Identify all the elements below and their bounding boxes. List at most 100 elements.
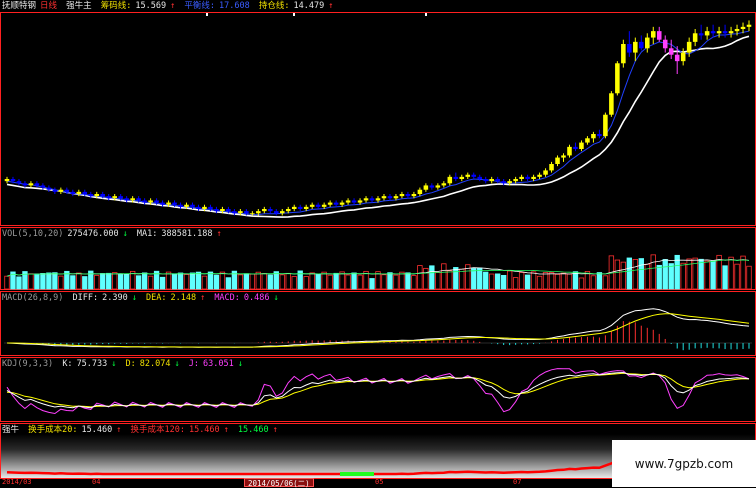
d-arrow: ↓ — [174, 359, 180, 369]
indicator-name: 强牛主 — [66, 1, 92, 11]
candle-body — [621, 44, 626, 64]
volume-bar — [495, 273, 501, 290]
volume-bar — [46, 272, 52, 290]
volume-bar — [668, 263, 674, 290]
cost-arrow: ↑ — [272, 425, 278, 435]
candle-body — [345, 200, 351, 203]
candle-body — [190, 204, 195, 207]
candle-body — [740, 26, 746, 29]
date-axis[interactable]: 2014/03 04 2014/05/06(二) 05 07 — [0, 478, 612, 488]
balance-line — [6, 30, 750, 216]
date-tick-3: 07 — [513, 478, 522, 486]
dea-line — [7, 313, 750, 348]
candle-body — [423, 185, 429, 190]
volume-bar — [189, 272, 196, 290]
candle-body — [28, 183, 34, 186]
volume-bar — [28, 273, 34, 290]
candle-body — [76, 191, 82, 194]
volume-bar — [375, 271, 381, 290]
volume-bar — [82, 276, 88, 290]
candle-body — [674, 54, 680, 62]
cost-value: 15.460 — [237, 425, 269, 435]
volume-bar — [237, 274, 244, 290]
selected-date[interactable]: 2014/05/06(二) — [244, 478, 314, 488]
volume-bar — [459, 268, 465, 290]
dea-value: 2.148 — [170, 293, 197, 303]
kdj-k-line — [6, 371, 750, 409]
volume-bar — [644, 263, 650, 290]
macd-label: MACD: — [214, 293, 240, 303]
kdj-header: KDJ(9,3,3) K: 75.733 ↓ D: 82.074 ↓ J: 63.051 ↓ — [2, 359, 247, 369]
volume-bar — [590, 275, 597, 290]
volume-bar — [578, 277, 585, 290]
candle-body — [579, 142, 584, 149]
volume-bar — [177, 272, 184, 290]
candle-body — [244, 211, 249, 214]
candle-body — [609, 93, 614, 115]
candle-body — [160, 202, 165, 205]
candle-body — [166, 202, 171, 205]
vol-name[interactable]: VOL(5,10,20) — [2, 229, 63, 239]
macd-name[interactable]: MACD(26,8,9) — [2, 293, 63, 303]
candle-body — [315, 204, 321, 207]
volume-bar — [435, 272, 441, 290]
volume-bar — [58, 275, 64, 290]
candle-body — [495, 179, 500, 182]
j-arrow: ↓ — [237, 359, 243, 369]
volume-bar — [201, 275, 208, 290]
chouma-value: 15.569 — [135, 1, 167, 11]
kdj-name[interactable]: KDJ(9,3,3) — [2, 359, 53, 369]
cost120-value: 15.460 — [188, 425, 220, 435]
candle-body — [22, 183, 28, 186]
macd-arrow: ↓ — [273, 293, 279, 303]
dea-arrow: ↑ — [200, 293, 206, 303]
volume-bar — [16, 276, 22, 290]
volume-bar — [106, 272, 112, 290]
volume-bar — [566, 273, 573, 290]
candle-body — [519, 176, 524, 179]
volume-bar — [369, 278, 375, 290]
volume-bar — [207, 271, 214, 290]
volume-bar — [554, 273, 561, 290]
volume-bar — [698, 258, 704, 290]
vol-header: VOL(5,10,20) 275476.000 ↓ MA1: 388581.188 ↑ — [2, 229, 226, 239]
cost-green-marker — [340, 472, 374, 476]
candle-body — [549, 164, 554, 171]
candle-body — [561, 155, 566, 158]
vol-value: 275476.000 — [67, 229, 119, 239]
candle-body — [603, 114, 608, 137]
volume-bar — [536, 275, 543, 290]
d-label: D: — [125, 359, 136, 369]
candle-body — [208, 206, 213, 209]
volume-bar — [225, 277, 232, 290]
volume-bar — [315, 273, 321, 290]
period-label[interactable]: 日线 — [40, 1, 57, 11]
candle-body — [375, 198, 381, 201]
candle-body — [351, 200, 357, 203]
volume-bar — [656, 264, 662, 290]
volume-bar — [620, 261, 627, 290]
candle-body — [680, 52, 686, 62]
volume-bar — [746, 265, 752, 290]
date-tick-1: 04 — [92, 478, 101, 486]
candle-body — [94, 194, 100, 197]
candle-body — [716, 31, 722, 34]
candle-body — [106, 196, 111, 199]
volume-bar — [626, 257, 633, 290]
candle-body — [591, 134, 596, 139]
volume-bar — [638, 258, 644, 290]
candle-body — [656, 31, 662, 40]
macd-value: 0.486 — [243, 293, 270, 303]
candle-body — [555, 157, 560, 164]
candle-body — [291, 206, 297, 209]
candle-body — [285, 209, 291, 212]
stock-chart[interactable] — [0, 0, 756, 487]
candle-body — [118, 196, 123, 199]
stock-name[interactable]: 抚顺特钢 — [2, 1, 36, 11]
volume-bar — [650, 254, 656, 290]
candle-body — [447, 176, 453, 184]
chicang-value: 14.479 — [293, 1, 325, 11]
volume-bar — [471, 268, 477, 290]
volume-bar — [52, 272, 58, 290]
cost-indicator-name[interactable]: 强牛 — [2, 425, 19, 435]
